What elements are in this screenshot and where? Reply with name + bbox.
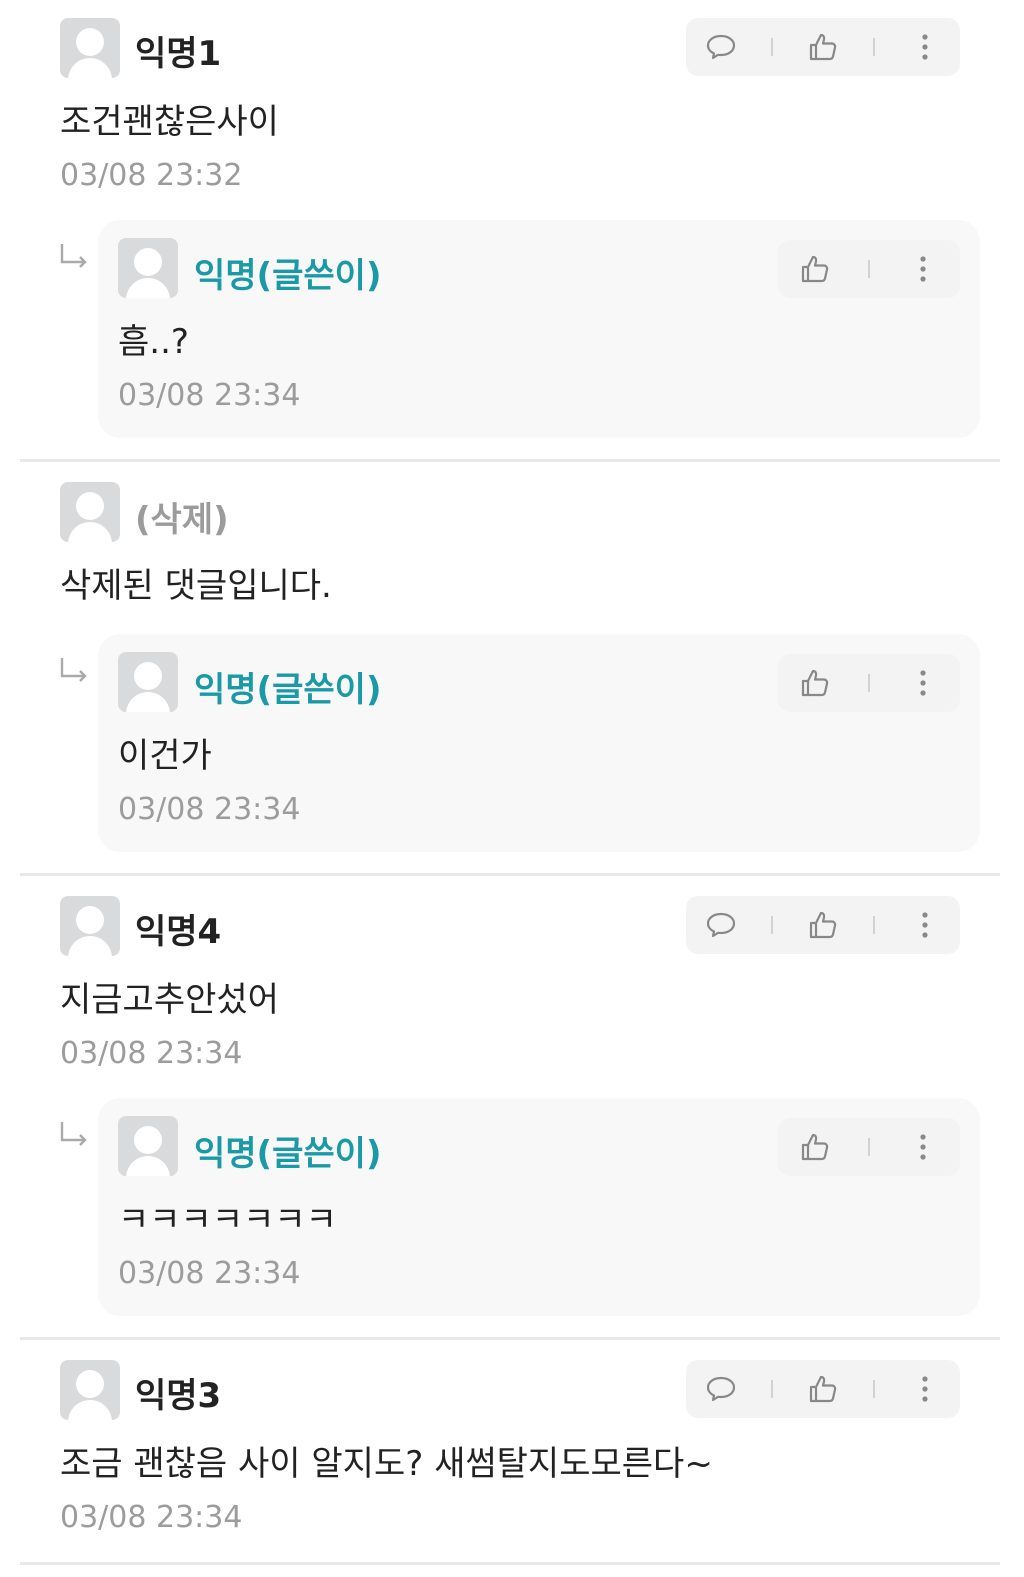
avatar bbox=[60, 896, 120, 956]
comment-text: 지금고추안섰어 bbox=[60, 980, 279, 1020]
avatar bbox=[60, 18, 120, 78]
divider bbox=[20, 873, 1000, 876]
reply-arrow-icon bbox=[60, 1122, 87, 1146]
reply-actions bbox=[778, 1118, 960, 1176]
comment-actions bbox=[686, 18, 960, 76]
reply-timestamp: 03/08 23:34 bbox=[118, 1256, 301, 1291]
avatar bbox=[60, 482, 120, 542]
reply-arrow-icon bbox=[60, 244, 87, 268]
reply-author: 익명(글쓴이) bbox=[194, 670, 382, 710]
avatar bbox=[118, 1116, 178, 1176]
comment-author: 익명3 bbox=[135, 1376, 222, 1416]
comment-bubble-icon[interactable] bbox=[701, 1369, 741, 1409]
divider bbox=[20, 1562, 1000, 1565]
avatar bbox=[60, 1360, 120, 1420]
more-vertical-icon[interactable] bbox=[903, 1127, 943, 1167]
thumbs-up-icon[interactable] bbox=[795, 663, 835, 703]
reply-text: 흠..? bbox=[118, 322, 189, 362]
avatar bbox=[118, 652, 178, 712]
more-vertical-icon[interactable] bbox=[905, 1369, 945, 1409]
more-vertical-icon[interactable] bbox=[903, 663, 943, 703]
more-vertical-icon[interactable] bbox=[903, 249, 943, 289]
reply-arrow-icon bbox=[60, 658, 87, 682]
reply-timestamp: 03/08 23:34 bbox=[118, 792, 301, 827]
divider bbox=[20, 459, 1000, 462]
comment-author: (삭제) bbox=[135, 500, 229, 540]
reply-author: 익명(글쓴이) bbox=[194, 1134, 382, 1174]
reply-text: ㅋㅋㅋㅋㅋㅋㅋ bbox=[118, 1200, 337, 1240]
comment-actions bbox=[686, 896, 960, 954]
comment-bubble-icon[interactable] bbox=[701, 27, 741, 67]
reply-actions bbox=[778, 240, 960, 298]
comment-timestamp: 03/08 23:32 bbox=[60, 158, 243, 193]
divider bbox=[20, 1337, 1000, 1340]
thumbs-up-icon[interactable] bbox=[803, 1369, 843, 1409]
comment-text: 조건괜찮은사이 bbox=[60, 102, 279, 142]
thumbs-up-icon[interactable] bbox=[803, 27, 843, 67]
avatar bbox=[118, 238, 178, 298]
thumbs-up-icon[interactable] bbox=[803, 905, 843, 945]
thumbs-up-icon[interactable] bbox=[795, 1127, 835, 1167]
reply-timestamp: 03/08 23:34 bbox=[118, 378, 301, 413]
comment-timestamp: 03/08 23:34 bbox=[60, 1036, 243, 1071]
comment-actions bbox=[686, 1360, 960, 1418]
comment-author: 익명4 bbox=[135, 912, 222, 952]
comment-text: 삭제된 댓글입니다. bbox=[60, 566, 332, 606]
reply-actions bbox=[778, 654, 960, 712]
thumbs-up-icon[interactable] bbox=[795, 249, 835, 289]
reply-card: 익명(글쓴이) 흠..? 03/08 23:34 bbox=[98, 220, 980, 438]
comment-author: 익명1 bbox=[135, 34, 222, 74]
comment-timestamp: 03/08 23:34 bbox=[60, 1500, 243, 1535]
reply-card: 익명(글쓴이) 이건가 03/08 23:34 bbox=[98, 634, 980, 852]
comment-bubble-icon[interactable] bbox=[701, 905, 741, 945]
reply-author: 익명(글쓴이) bbox=[194, 256, 382, 296]
comment-text: 조금 괜찮음 사이 알지도? 새썸탈지도모른다~ bbox=[60, 1444, 713, 1484]
more-vertical-icon[interactable] bbox=[905, 905, 945, 945]
reply-card: 익명(글쓴이) ㅋㅋㅋㅋㅋㅋㅋ 03/08 23:34 bbox=[98, 1098, 980, 1316]
more-vertical-icon[interactable] bbox=[905, 27, 945, 67]
reply-text: 이건가 bbox=[118, 736, 212, 776]
